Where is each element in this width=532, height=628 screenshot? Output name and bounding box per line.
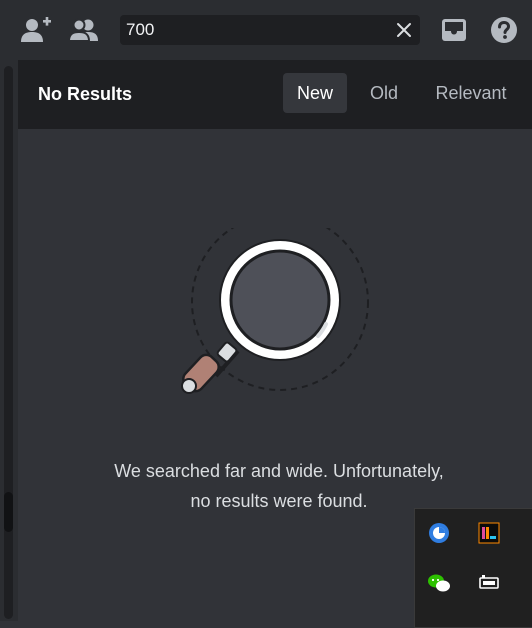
help-button[interactable] (488, 14, 520, 46)
inbox-button[interactable] (438, 14, 470, 46)
device-icon (479, 575, 499, 589)
scrollbar-thumb[interactable] (4, 492, 13, 532)
ide-icon (478, 522, 500, 544)
search-box (120, 15, 420, 45)
browser-icon (429, 523, 449, 543)
help-icon (491, 17, 517, 43)
member-list-icon (69, 18, 98, 42)
inbox-icon (442, 19, 466, 41)
close-icon (397, 23, 411, 37)
sort-tab-new[interactable]: New (283, 73, 347, 113)
results-header: No Results New Old Relevant (18, 60, 532, 129)
no-results-line-1: We searched far and wide. Unfortunately, (114, 461, 444, 481)
scrollbar-track[interactable] (4, 66, 13, 619)
no-results-message: We searched far and wide. Unfortunately,… (40, 456, 518, 516)
top-toolbar (0, 0, 532, 60)
sort-tab-old[interactable]: Old (357, 73, 411, 113)
clear-search-button[interactable] (394, 20, 414, 40)
tray-ide-button[interactable] (477, 521, 501, 545)
tray-wechat-button[interactable] (427, 571, 451, 595)
tray-device-button[interactable] (477, 571, 501, 595)
magnifying-glass-icon (181, 228, 369, 394)
results-title: No Results (38, 84, 133, 104)
add-friend-button[interactable] (20, 14, 52, 46)
wechat-icon (428, 574, 450, 592)
tray-extra-button-1[interactable] (525, 521, 532, 545)
system-tray-popup (414, 508, 532, 628)
tray-browser-button[interactable] (427, 521, 451, 545)
tray-extra-button-2[interactable] (525, 571, 532, 595)
search-input[interactable] (120, 15, 390, 45)
sort-tab-relevant[interactable]: Relevant (425, 73, 517, 113)
left-panel-edge (0, 60, 18, 621)
member-list-button[interactable] (68, 14, 100, 46)
add-friend-icon (21, 17, 51, 42)
